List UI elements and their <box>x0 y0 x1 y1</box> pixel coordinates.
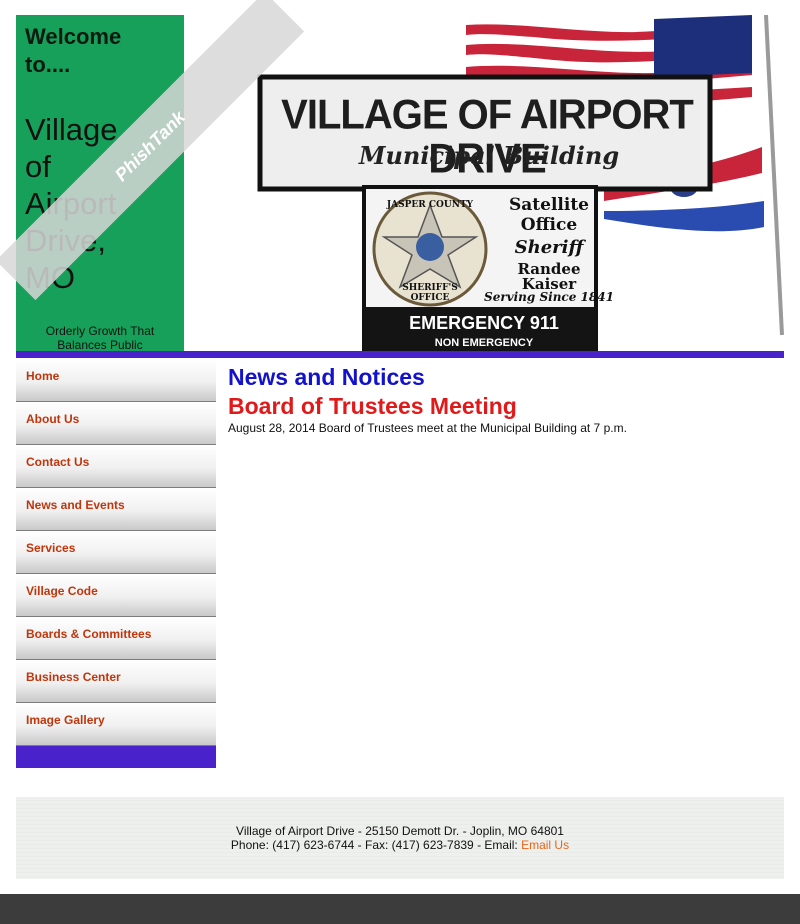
email-us-link[interactable]: Email Us <box>521 838 569 852</box>
village-name-line: Village <box>25 112 118 147</box>
non-emergency-text: NON EMERGENCY <box>434 337 534 349</box>
nav-home[interactable]: Home <box>16 359 216 402</box>
nav-boards-committees[interactable]: Boards & Committees <box>16 617 216 660</box>
nav-about-us[interactable]: About Us <box>16 402 216 445</box>
page-title: News and Notices <box>228 364 425 390</box>
badge-text: SHERIFF'S OFFICE <box>402 283 458 303</box>
nav-news-and-events[interactable]: News and Events <box>16 488 216 531</box>
nav-image-gallery[interactable]: Image Gallery <box>16 703 216 746</box>
tagline-line: Orderly Growth That <box>45 324 155 338</box>
footer: Village of Airport Drive - 25150 Demott … <box>16 797 784 879</box>
welcome-text-2: to.... <box>25 52 71 77</box>
main-content: News and Notices Board of Trustees Meeti… <box>228 363 784 435</box>
sign-subtitle: Municipal Building <box>358 141 620 170</box>
flagpole-icon <box>764 15 784 336</box>
emergency-text: EMERGENCY 911 <box>409 313 559 333</box>
badge-text: JASPER COUNTY <box>386 200 474 210</box>
tagline: Orderly Growth That Balances Public <box>16 324 184 351</box>
nav-contact-us[interactable]: Contact Us <box>16 445 216 488</box>
footer-address: Village of Airport Drive - 25150 Demott … <box>236 824 564 838</box>
footer-contact: Village of Airport Drive - 25150 Demott … <box>16 824 784 852</box>
sign-text: Office <box>520 215 578 235</box>
news-body: August 28, 2014 Board of Trustees meet a… <box>228 421 627 435</box>
tagline-line: Balances Public <box>57 338 143 351</box>
footer-phone-fax: Phone: (417) 623-6744 - Fax: (417) 623-7… <box>230 838 522 852</box>
sign-text: Satellite <box>508 195 589 215</box>
header-photo: VILLAGE OF AIRPORT DRIVE Municipal Build… <box>184 15 784 351</box>
nav-village-code[interactable]: Village Code <box>16 574 216 617</box>
news-title: Board of Trustees Meeting <box>228 393 517 419</box>
sidebar-nav: Home About Us Contact Us News and Events… <box>16 359 216 768</box>
header-divider <box>16 351 784 358</box>
page: Welcome to.... Village of Airport Drive,… <box>0 0 800 894</box>
nav-services[interactable]: Services <box>16 531 216 574</box>
sign-text: Sheriff <box>514 237 584 258</box>
welcome-text: Welcome <box>25 24 122 49</box>
sign-text: Serving Since 1841 <box>484 290 614 304</box>
nav-business-center[interactable]: Business Center <box>16 660 216 703</box>
browser-bottom-bar <box>0 894 800 924</box>
footer-phone-line: Phone: (417) 623-6744 - Fax: (417) 623-7… <box>16 838 784 852</box>
nav-footer-bar <box>16 746 216 768</box>
